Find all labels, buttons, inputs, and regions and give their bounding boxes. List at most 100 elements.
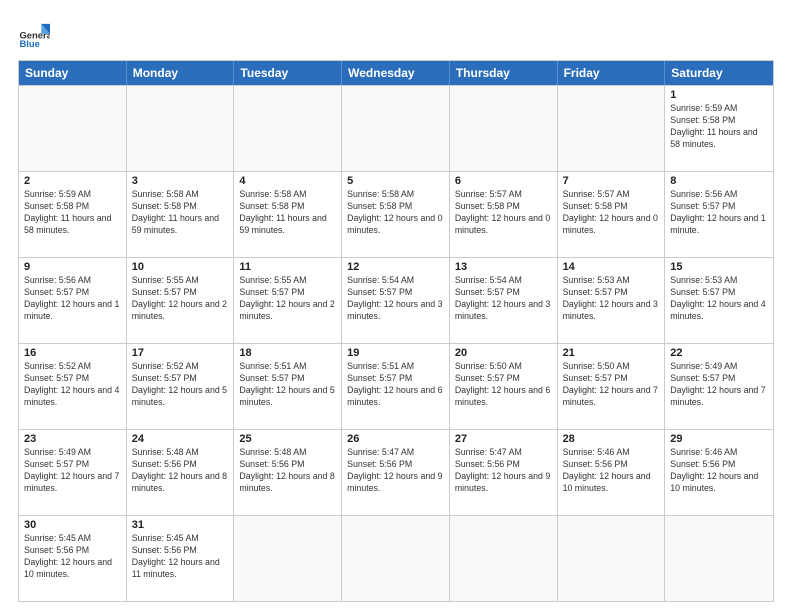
calendar-cell-r5-c1: 31Sunrise: 5:45 AM Sunset: 5:56 PM Dayli… xyxy=(127,516,235,601)
calendar-cell-r4-c6: 29Sunrise: 5:46 AM Sunset: 5:56 PM Dayli… xyxy=(665,430,773,515)
day-number: 17 xyxy=(132,347,229,359)
calendar-cell-r2-c4: 13 Sunrise: 5:54 AM Sunset: 5:57 PM Dayli… xyxy=(450,258,558,343)
day-info: Sunrise: 5:45 AM Sunset: 5:56 PM Dayligh… xyxy=(132,533,229,581)
header: General Blue xyxy=(18,18,774,50)
calendar-row-3: 16Sunrise: 5:52 AM Sunset: 5:57 PM Dayli… xyxy=(19,343,773,429)
calendar-cell-r0-c2 xyxy=(234,86,342,171)
day-number: 9 xyxy=(24,261,121,273)
day-number: 8 xyxy=(670,175,768,187)
calendar-cell-r0-c3 xyxy=(342,86,450,171)
calendar-cell-r2-c5: 14 Sunrise: 5:53 AM Sunset: 5:57 PM Dayli… xyxy=(558,258,666,343)
calendar-cell-r0-c5 xyxy=(558,86,666,171)
calendar-cell-r0-c1 xyxy=(127,86,235,171)
day-number: 10 xyxy=(132,261,229,273)
calendar-cell-r0-c6: 1 Sunrise: 5:59 AM Sunset: 5:58 PM Daylig… xyxy=(665,86,773,171)
calendar-cell-r1-c4: 6 Sunrise: 5:57 AM Sunset: 5:58 PM Daylig… xyxy=(450,172,558,257)
logo: General Blue xyxy=(18,18,50,50)
header-day-wednesday: Wednesday xyxy=(342,61,450,85)
day-info: Sunrise: 5:58 AM Sunset: 5:58 PM Dayligh… xyxy=(239,189,336,237)
day-info: Sunrise: 5:57 AM Sunset: 5:58 PM Dayligh… xyxy=(455,189,552,237)
header-day-saturday: Saturday xyxy=(665,61,773,85)
day-number: 21 xyxy=(563,347,660,359)
calendar-cell-r2-c6: 15Sunrise: 5:53 AM Sunset: 5:57 PM Dayli… xyxy=(665,258,773,343)
calendar-cell-r3-c4: 20 Sunrise: 5:50 AM Sunset: 5:57 PM Dayli… xyxy=(450,344,558,429)
day-info: Sunrise: 5:47 AM Sunset: 5:56 PM Dayligh… xyxy=(455,447,552,495)
day-number: 12 xyxy=(347,261,444,273)
header-day-thursday: Thursday xyxy=(450,61,558,85)
day-info: Sunrise: 5:56 AM Sunset: 5:57 PM Dayligh… xyxy=(670,189,768,237)
day-number: 23 xyxy=(24,433,121,445)
day-info: Sunrise: 5:48 AM Sunset: 5:56 PM Dayligh… xyxy=(239,447,336,495)
day-info: Sunrise: 5:48 AM Sunset: 5:56 PM Dayligh… xyxy=(132,447,229,495)
calendar-cell-r3-c2: 18Sunrise: 5:51 AM Sunset: 5:57 PM Dayli… xyxy=(234,344,342,429)
calendar: SundayMondayTuesdayWednesdayThursdayFrid… xyxy=(18,60,774,602)
calendar-cell-r1-c1: 3 Sunrise: 5:58 AM Sunset: 5:58 PM Daylig… xyxy=(127,172,235,257)
calendar-cell-r1-c5: 7 Sunrise: 5:57 AM Sunset: 5:58 PM Daylig… xyxy=(558,172,666,257)
calendar-cell-r4-c5: 28Sunrise: 5:46 AM Sunset: 5:56 PM Dayli… xyxy=(558,430,666,515)
header-day-sunday: Sunday xyxy=(19,61,127,85)
day-info: Sunrise: 5:58 AM Sunset: 5:58 PM Dayligh… xyxy=(132,189,229,237)
calendar-cell-r4-c0: 23 Sunrise: 5:49 AM Sunset: 5:57 PM Dayli… xyxy=(19,430,127,515)
day-number: 6 xyxy=(455,175,552,187)
day-info: Sunrise: 5:59 AM Sunset: 5:58 PM Dayligh… xyxy=(24,189,121,237)
day-number: 3 xyxy=(132,175,229,187)
day-info: Sunrise: 5:52 AM Sunset: 5:57 PM Dayligh… xyxy=(24,361,121,409)
day-info: Sunrise: 5:55 AM Sunset: 5:57 PM Dayligh… xyxy=(239,275,336,323)
calendar-cell-r3-c1: 17 Sunrise: 5:52 AM Sunset: 5:57 PM Dayli… xyxy=(127,344,235,429)
day-number: 28 xyxy=(563,433,660,445)
calendar-cell-r2-c2: 11 Sunrise: 5:55 AM Sunset: 5:57 PM Dayli… xyxy=(234,258,342,343)
calendar-cell-r3-c3: 19 Sunrise: 5:51 AM Sunset: 5:57 PM Dayli… xyxy=(342,344,450,429)
day-number: 5 xyxy=(347,175,444,187)
day-number: 20 xyxy=(455,347,552,359)
day-number: 18 xyxy=(239,347,336,359)
calendar-cell-r2-c3: 12Sunrise: 5:54 AM Sunset: 5:57 PM Dayli… xyxy=(342,258,450,343)
day-number: 19 xyxy=(347,347,444,359)
day-number: 22 xyxy=(670,347,768,359)
calendar-cell-r0-c0 xyxy=(19,86,127,171)
day-number: 13 xyxy=(455,261,552,273)
day-number: 1 xyxy=(670,89,768,101)
calendar-cell-r5-c5 xyxy=(558,516,666,601)
day-number: 14 xyxy=(563,261,660,273)
logo-icon: General Blue xyxy=(18,18,50,50)
day-info: Sunrise: 5:56 AM Sunset: 5:57 PM Dayligh… xyxy=(24,275,121,323)
calendar-cell-r5-c6 xyxy=(665,516,773,601)
calendar-body: 1 Sunrise: 5:59 AM Sunset: 5:58 PM Daylig… xyxy=(19,85,773,601)
day-info: Sunrise: 5:53 AM Sunset: 5:57 PM Dayligh… xyxy=(670,275,768,323)
day-info: Sunrise: 5:51 AM Sunset: 5:57 PM Dayligh… xyxy=(347,361,444,409)
day-info: Sunrise: 5:55 AM Sunset: 5:57 PM Dayligh… xyxy=(132,275,229,323)
day-info: Sunrise: 5:54 AM Sunset: 5:57 PM Dayligh… xyxy=(455,275,552,323)
calendar-cell-r5-c0: 30 Sunrise: 5:45 AM Sunset: 5:56 PM Dayli… xyxy=(19,516,127,601)
calendar-cell-r1-c0: 2Sunrise: 5:59 AM Sunset: 5:58 PM Daylig… xyxy=(19,172,127,257)
day-info: Sunrise: 5:45 AM Sunset: 5:56 PM Dayligh… xyxy=(24,533,121,581)
calendar-cell-r3-c6: 22Sunrise: 5:49 AM Sunset: 5:57 PM Dayli… xyxy=(665,344,773,429)
calendar-cell-r2-c0: 9 Sunrise: 5:56 AM Sunset: 5:57 PM Daylig… xyxy=(19,258,127,343)
calendar-row-1: 2Sunrise: 5:59 AM Sunset: 5:58 PM Daylig… xyxy=(19,171,773,257)
calendar-cell-r2-c1: 10 Sunrise: 5:55 AM Sunset: 5:57 PM Dayli… xyxy=(127,258,235,343)
calendar-cell-r4-c3: 26Sunrise: 5:47 AM Sunset: 5:56 PM Dayli… xyxy=(342,430,450,515)
day-number: 30 xyxy=(24,519,121,531)
calendar-cell-r5-c4 xyxy=(450,516,558,601)
day-info: Sunrise: 5:59 AM Sunset: 5:58 PM Dayligh… xyxy=(670,103,768,151)
day-number: 7 xyxy=(563,175,660,187)
day-info: Sunrise: 5:53 AM Sunset: 5:57 PM Dayligh… xyxy=(563,275,660,323)
day-info: Sunrise: 5:50 AM Sunset: 5:57 PM Dayligh… xyxy=(455,361,552,409)
calendar-cell-r1-c2: 4 Sunrise: 5:58 AM Sunset: 5:58 PM Daylig… xyxy=(234,172,342,257)
day-number: 4 xyxy=(239,175,336,187)
day-number: 25 xyxy=(239,433,336,445)
day-number: 11 xyxy=(239,261,336,273)
day-info: Sunrise: 5:52 AM Sunset: 5:57 PM Dayligh… xyxy=(132,361,229,409)
calendar-cell-r4-c2: 25 Sunrise: 5:48 AM Sunset: 5:56 PM Dayli… xyxy=(234,430,342,515)
day-number: 24 xyxy=(132,433,229,445)
day-info: Sunrise: 5:49 AM Sunset: 5:57 PM Dayligh… xyxy=(24,447,121,495)
calendar-row-0: 1 Sunrise: 5:59 AM Sunset: 5:58 PM Daylig… xyxy=(19,85,773,171)
svg-text:Blue: Blue xyxy=(19,39,39,50)
calendar-cell-r4-c4: 27 Sunrise: 5:47 AM Sunset: 5:56 PM Dayli… xyxy=(450,430,558,515)
calendar-header-row: SundayMondayTuesdayWednesdayThursdayFrid… xyxy=(19,61,773,85)
day-info: Sunrise: 5:50 AM Sunset: 5:57 PM Dayligh… xyxy=(563,361,660,409)
header-day-tuesday: Tuesday xyxy=(234,61,342,85)
calendar-cell-r5-c3 xyxy=(342,516,450,601)
day-info: Sunrise: 5:47 AM Sunset: 5:56 PM Dayligh… xyxy=(347,447,444,495)
day-number: 27 xyxy=(455,433,552,445)
day-info: Sunrise: 5:57 AM Sunset: 5:58 PM Dayligh… xyxy=(563,189,660,237)
